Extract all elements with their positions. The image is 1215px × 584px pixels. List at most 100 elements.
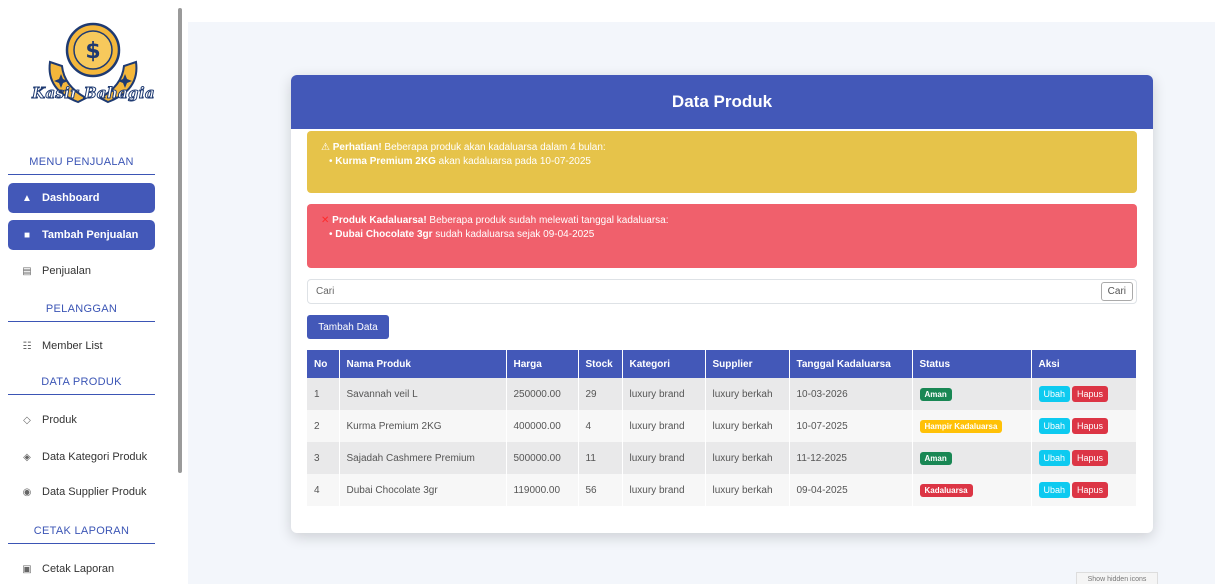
card-title: Data Produk xyxy=(291,75,1153,129)
cell-harga: 500000.00 xyxy=(506,442,579,474)
show-hidden-icons-tooltip: Show hidden icons xyxy=(1076,572,1158,584)
cell-aksi: Ubah Hapus xyxy=(1031,410,1137,442)
table-row: 3 Sajadah Cashmere Premium 500000.00 11 … xyxy=(307,442,1137,474)
users-icon: ☷ xyxy=(22,340,32,352)
data-produk-card: Data Produk ⚠ Perhatian! Beberapa produk… xyxy=(291,75,1153,533)
delete-button[interactable]: Hapus xyxy=(1072,386,1109,402)
edit-button[interactable]: Ubah xyxy=(1038,386,1071,402)
search-input[interactable]: Cari Cari xyxy=(307,279,1137,304)
cell-stock: 56 xyxy=(578,474,623,506)
sidebar-item-label: Tambah Penjualan xyxy=(42,229,139,241)
cell-tanggal: 11-12-2025 xyxy=(789,442,913,474)
sidebar-scrollbar[interactable] xyxy=(178,8,182,473)
table-row: 1 Savannah veil L 250000.00 29 luxury br… xyxy=(307,378,1137,410)
edit-button[interactable]: Ubah xyxy=(1038,482,1071,498)
cell-aksi: Ubah Hapus xyxy=(1031,474,1137,506)
cell-harga: 119000.00 xyxy=(506,474,579,506)
warning-icon: ⚠ xyxy=(321,142,330,153)
sidebar-item-data-supplier[interactable]: ◉ Data Supplier Produk xyxy=(8,477,155,507)
warning-alert-text: Beberapa produk akan kadaluarsa dalam 4 … xyxy=(381,142,606,153)
cell-tanggal: 10-03-2026 xyxy=(789,378,913,410)
kasir-bahagia-logo: $ xyxy=(48,22,138,104)
cell-status: Aman xyxy=(912,442,1032,474)
sidebar-item-cetak-laporan[interactable]: ▣ Cetak Laporan xyxy=(8,554,155,584)
header-kategori: Kategori xyxy=(622,350,706,378)
header-nama: Nama Produk xyxy=(339,350,507,378)
edit-button[interactable]: Ubah xyxy=(1038,418,1071,434)
danger-alert-item: • Dubai Chocolate 3gr sudah kadaluarsa s… xyxy=(329,229,595,240)
table-row: 4 Dubai Chocolate 3gr 119000.00 56 luxur… xyxy=(307,474,1137,506)
warning-alert-message: ⚠ Perhatian! Beberapa produk akan kadalu… xyxy=(321,141,1123,155)
status-badge: Hampir Kadaluarsa xyxy=(919,419,1003,433)
warning-item-name: Kurma Premium 2KG xyxy=(335,156,436,167)
cell-supplier: luxury berkah xyxy=(705,410,790,442)
cell-kategori: luxury brand xyxy=(622,378,706,410)
cell-kategori: luxury brand xyxy=(622,474,706,506)
cell-stock: 29 xyxy=(578,378,623,410)
sidebar-item-member-list[interactable]: ☷ Member List xyxy=(8,331,155,361)
sidebar-item-tambah-penjualan[interactable]: ■ Tambah Penjualan xyxy=(8,220,155,250)
cart-icon: ■ xyxy=(23,229,31,241)
receipt-icon: ▤ xyxy=(22,265,32,277)
cell-nama: Kurma Premium 2KG xyxy=(339,410,507,442)
cell-no: 1 xyxy=(307,378,340,410)
status-badge: Kadaluarsa xyxy=(919,483,973,497)
cell-harga: 250000.00 xyxy=(506,378,579,410)
header-no: No xyxy=(307,350,340,378)
status-badge: Aman xyxy=(919,451,952,465)
section-data-produk: DATA PRODUK xyxy=(8,376,155,395)
header-stock: Stock xyxy=(578,350,623,378)
cell-kategori: luxury brand xyxy=(622,410,706,442)
table-header-row: No Nama Produk Harga Stock Kategori Supp… xyxy=(307,350,1137,378)
danger-item-name: Dubai Chocolate 3gr xyxy=(335,229,433,240)
sidebar-item-label: Produk xyxy=(42,414,77,426)
cell-no: 3 xyxy=(307,442,340,474)
cell-supplier: luxury berkah xyxy=(705,474,790,506)
tambah-data-button[interactable]: Tambah Data xyxy=(307,315,389,339)
sidebar-item-label: Member List xyxy=(42,340,103,352)
cell-no: 4 xyxy=(307,474,340,506)
section-cetak-laporan: CETAK LAPORAN xyxy=(8,525,155,544)
sidebar-item-label: Data Supplier Produk xyxy=(42,486,147,498)
cell-aksi: Ubah Hapus xyxy=(1031,378,1137,410)
warning-alert: ⚠ Perhatian! Beberapa produk akan kadalu… xyxy=(307,131,1137,193)
cell-stock: 11 xyxy=(578,442,623,474)
cell-tanggal: 10-07-2025 xyxy=(789,410,913,442)
sidebar-item-label: Penjualan xyxy=(42,265,91,277)
header-supplier: Supplier xyxy=(705,350,790,378)
search-button[interactable]: Cari xyxy=(1100,282,1133,301)
delete-button[interactable]: Hapus xyxy=(1072,450,1109,466)
search-placeholder: Cari xyxy=(316,286,335,297)
cell-harga: 400000.00 xyxy=(506,410,579,442)
section-menu-penjualan: MENU PENJUALAN xyxy=(8,156,155,175)
sidebar-item-label: Dashboard xyxy=(42,192,100,204)
sidebar-item-dashboard[interactable]: ▲ Dashboard xyxy=(8,183,155,213)
delete-button[interactable]: Hapus xyxy=(1072,482,1109,498)
header-harga: Harga xyxy=(506,350,579,378)
header-status: Status xyxy=(912,350,1032,378)
sidebar-item-data-kategori[interactable]: ◈ Data Kategori Produk xyxy=(8,442,155,472)
sidebar-item-produk[interactable]: ◇ Produk xyxy=(8,405,155,435)
edit-button[interactable]: Ubah xyxy=(1038,450,1071,466)
sidebar: $ Kasir Bahagia MENU PENJUALAN ▲ Dashboa… xyxy=(0,0,165,584)
cell-no: 2 xyxy=(307,410,340,442)
cell-tanggal: 09-04-2025 xyxy=(789,474,913,506)
cell-stock: 4 xyxy=(578,410,623,442)
cell-status: Aman xyxy=(912,378,1032,410)
close-icon: ✕ xyxy=(321,215,330,226)
warning-item-text: akan kadaluarsa pada 10-07-2025 xyxy=(435,156,591,167)
logo-text: Kasir Bahagia xyxy=(32,84,156,103)
supplier-icon: ◉ xyxy=(22,486,32,498)
tag-icon: ◈ xyxy=(23,451,31,463)
sidebar-item-penjualan[interactable]: ▤ Penjualan xyxy=(8,256,155,286)
delete-button[interactable]: Hapus xyxy=(1072,418,1109,434)
sidebar-item-label: Data Kategori Produk xyxy=(42,451,148,463)
print-icon: ▣ xyxy=(22,563,32,575)
svg-text:$: $ xyxy=(85,39,100,64)
danger-alert-strong: Produk Kadaluarsa! xyxy=(332,215,427,226)
sidebar-item-label: Cetak Laporan xyxy=(42,563,115,575)
cell-nama: Savannah veil L xyxy=(339,378,507,410)
cell-aksi: Ubah Hapus xyxy=(1031,442,1137,474)
warning-alert-strong: Perhatian! xyxy=(332,142,382,153)
box-icon: ◇ xyxy=(23,414,31,426)
